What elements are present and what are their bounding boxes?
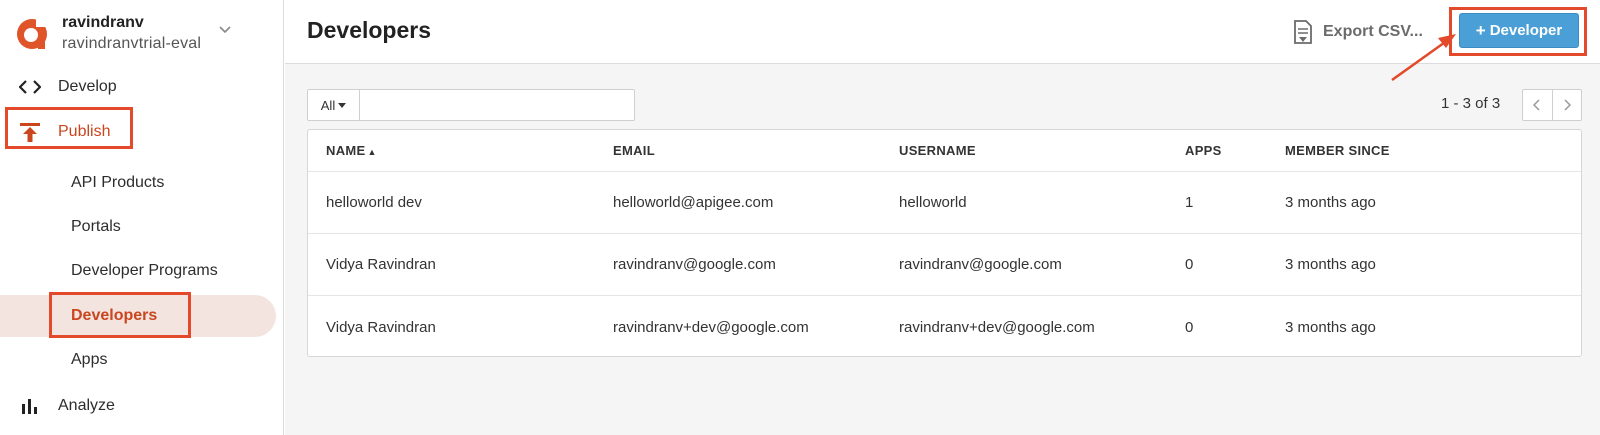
publish-icon bbox=[18, 120, 42, 144]
sidebar-item-developers[interactable]: Developers bbox=[0, 295, 276, 337]
search-input[interactable] bbox=[360, 90, 634, 120]
sidebar-item-portals[interactable]: Portals bbox=[0, 206, 284, 248]
export-file-icon bbox=[1294, 20, 1312, 44]
column-header-email[interactable]: EMAIL bbox=[613, 143, 655, 158]
add-developer-button[interactable]: + Developer bbox=[1459, 13, 1579, 48]
pagination-count: 1 - 3 of 3 bbox=[1441, 95, 1501, 112]
cell-email: ravindranv+dev@google.com bbox=[613, 318, 809, 336]
prev-page-button[interactable] bbox=[1523, 90, 1552, 120]
cell-name: Vidya Ravindran bbox=[326, 256, 436, 273]
column-header-username[interactable]: USERNAME bbox=[899, 143, 976, 158]
cell-apps: 1 bbox=[1185, 194, 1194, 211]
cell-username: ravindranv+dev@google.com bbox=[899, 318, 1095, 336]
pagination-controls bbox=[1522, 89, 1582, 121]
page-title: Developers bbox=[307, 17, 432, 43]
column-header-apps[interactable]: APPS bbox=[1185, 143, 1222, 158]
sidebar-item-label: API Products bbox=[71, 174, 165, 191]
cell-email: ravindranv@google.com bbox=[613, 256, 776, 273]
sidebar-item-developer-programs[interactable]: Developer Programs bbox=[0, 250, 284, 292]
cell-username: helloworld bbox=[899, 194, 967, 211]
cell-member-since: 3 months ago bbox=[1285, 318, 1376, 336]
nav-publish[interactable]: Publish bbox=[0, 113, 284, 151]
nav-analyze[interactable]: Analyze bbox=[0, 387, 284, 425]
cell-name: Vidya Ravindran bbox=[326, 318, 436, 336]
cell-member-since: 3 months ago bbox=[1285, 256, 1376, 273]
table-row[interactable]: Vidya Ravindran ravindranv@google.com ra… bbox=[308, 234, 1581, 296]
sidebar-item-api-products[interactable]: API Products bbox=[0, 162, 284, 204]
nav-develop[interactable]: Develop bbox=[0, 68, 284, 106]
filter-bar: All bbox=[307, 89, 635, 121]
cell-member-since: 3 months ago bbox=[1285, 194, 1376, 211]
column-header-member-since[interactable]: MEMBER SINCE bbox=[1285, 143, 1390, 158]
org-name: ravindranv bbox=[62, 14, 144, 31]
caret-down-icon bbox=[338, 102, 347, 108]
cell-username: ravindranv@google.com bbox=[899, 256, 1062, 273]
sidebar-item-apps[interactable]: Apps bbox=[0, 339, 284, 381]
chevron-right-icon bbox=[1564, 99, 1571, 111]
annotation-arrow bbox=[1391, 34, 1456, 82]
cell-apps: 0 bbox=[1185, 256, 1194, 273]
sidebar-item-label: Portals bbox=[71, 218, 121, 235]
cell-email: helloworld@apigee.com bbox=[613, 194, 774, 211]
nav-develop-label: Develop bbox=[58, 78, 117, 95]
plus-icon: + bbox=[1475, 21, 1486, 40]
filter-select[interactable]: All bbox=[308, 90, 360, 120]
add-developer-label: Developer bbox=[1489, 22, 1563, 39]
table-row[interactable]: Vidya Ravindran ravindranv+dev@google.co… bbox=[308, 296, 1581, 358]
nav-publish-label: Publish bbox=[58, 123, 111, 140]
table-row[interactable]: helloworld dev helloworld@apigee.com hel… bbox=[308, 172, 1581, 234]
nav-analyze-label: Analyze bbox=[58, 397, 115, 414]
apigee-logo-icon bbox=[17, 19, 47, 49]
sort-asc-icon: ▲ bbox=[367, 147, 377, 157]
code-icon bbox=[18, 75, 42, 99]
chevron-down-icon[interactable] bbox=[218, 23, 232, 37]
next-page-button[interactable] bbox=[1551, 90, 1582, 120]
filter-select-value: All bbox=[320, 97, 336, 113]
sidebar-item-label: Apps bbox=[71, 351, 108, 368]
column-header-name[interactable]: NAME ▲ bbox=[326, 143, 377, 158]
table-header-row: NAME ▲ EMAIL USERNAME APPS MEMBER SINCE bbox=[308, 130, 1581, 172]
cell-name: helloworld dev bbox=[326, 194, 422, 211]
bar-chart-icon bbox=[18, 394, 42, 418]
sidebar: ravindranv ravindranvtrial-eval Develop … bbox=[0, 0, 284, 435]
chevron-left-icon bbox=[1533, 99, 1540, 111]
sidebar-item-label: Developers bbox=[71, 307, 158, 324]
developers-table: NAME ▲ EMAIL USERNAME APPS MEMBER SINCE h… bbox=[307, 129, 1582, 357]
org-switcher[interactable]: ravindranv ravindranvtrial-eval bbox=[12, 10, 274, 58]
cell-apps: 0 bbox=[1185, 318, 1194, 336]
org-subname: ravindranvtrial-eval bbox=[62, 35, 202, 52]
sidebar-item-label: Developer Programs bbox=[71, 262, 218, 279]
